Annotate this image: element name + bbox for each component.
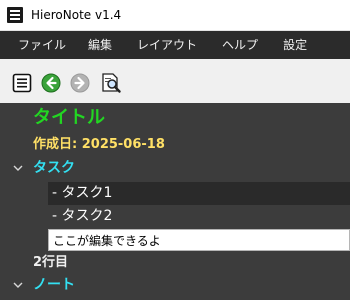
task-item-1[interactable]: - タスク1 <box>52 182 350 205</box>
menu-help[interactable]: ヘルプ <box>216 31 264 59</box>
toolbar <box>0 59 350 107</box>
outline-list-icon[interactable] <box>11 72 33 94</box>
line-2[interactable]: 2行目 <box>33 253 350 273</box>
task-item-2[interactable]: - タスク2 <box>52 205 350 227</box>
chevron-down-icon[interactable] <box>12 279 24 291</box>
menu-settings[interactable]: 設定 <box>277 31 313 59</box>
outline-tree[interactable]: タイトル 作成日: 2025-06-18 タスク - タスク1 - タスク2 2… <box>0 103 350 300</box>
window-title: HieroNote v1.4 <box>31 8 122 22</box>
section-tasks[interactable]: タスク <box>33 158 350 178</box>
menu-edit[interactable]: 編集 <box>82 31 118 59</box>
inline-edit-field[interactable] <box>48 229 350 251</box>
app-window: HieroNote v1.4 ファイル 編集 レイアウト ヘルプ 設定 タイトル… <box>0 0 350 300</box>
menu-layout[interactable]: レイアウト <box>131 31 203 59</box>
app-icon <box>7 7 23 23</box>
created-date[interactable]: 作成日: 2025-06-18 <box>33 135 350 155</box>
forward-arrow-icon[interactable] <box>69 72 91 94</box>
back-arrow-icon[interactable] <box>40 72 62 94</box>
title-bar: HieroNote v1.4 <box>0 0 350 31</box>
document-search-icon[interactable] <box>100 72 122 94</box>
section-notes[interactable]: ノート <box>33 275 350 295</box>
chevron-down-icon[interactable] <box>12 162 24 174</box>
menu-bar: ファイル 編集 レイアウト ヘルプ 設定 <box>0 31 350 59</box>
menu-file[interactable]: ファイル <box>12 31 72 59</box>
outline-title[interactable]: タイトル <box>33 105 350 131</box>
